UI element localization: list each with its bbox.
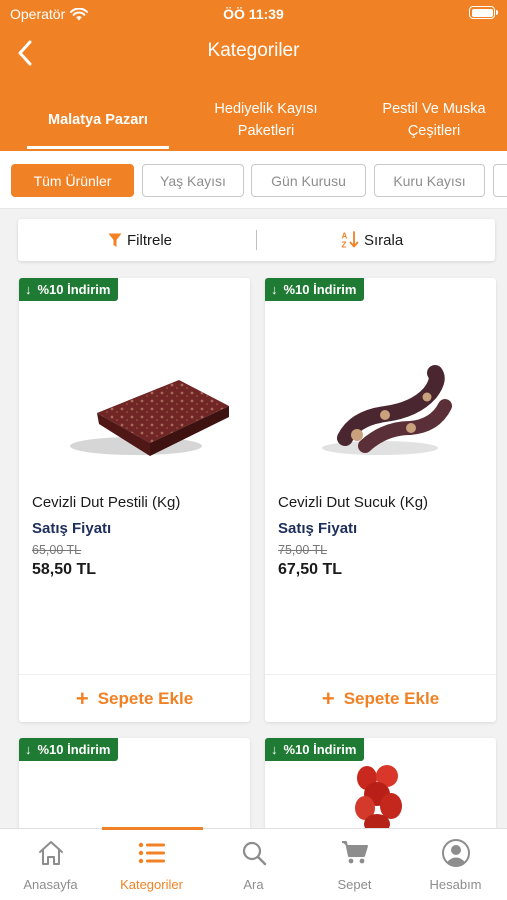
product-card[interactable]: ↓ %10 İndirim Cevizli Dut Sucuk (Kg) Sat… (265, 278, 496, 722)
toolbar-divider (256, 230, 257, 250)
cart-icon (341, 841, 368, 864)
arrow-down-icon: ↓ (25, 742, 32, 757)
chip-label: Tüm Ürünler (33, 172, 112, 189)
tab-anasayfa[interactable]: Anasayfa (0, 829, 101, 900)
svg-text:Z: Z (342, 241, 347, 250)
chip-more[interactable] (493, 164, 507, 197)
product-image-dut-sucuk (322, 365, 452, 455)
category-tab-label: Hediyelik Kayısı Paketleri (214, 100, 318, 139)
filter-sort-bar: Filtrele A Z Sırala (18, 219, 495, 261)
chip-label: Gün Kurusu (271, 172, 346, 189)
search-icon (242, 841, 266, 866)
tab-label: Ara (243, 877, 264, 892)
sort-label: Sırala (364, 231, 404, 249)
app-header: Operatör ÖÖ 11:39 Kategoriler Malatya Pa… (0, 0, 507, 151)
tab-hesabim[interactable]: Hesabım (405, 829, 506, 900)
active-tab-underline (27, 146, 169, 149)
product-image-dut-pestili (70, 380, 229, 456)
discount-label: %10 İndirim (37, 282, 111, 297)
discount-badge: ↓ %10 İndirim (19, 738, 119, 761)
arrow-down-icon: ↓ (271, 282, 278, 297)
discount-badge: ↓ %10 İndirim (265, 738, 365, 761)
product-name: Cevizli Dut Sucuk (Kg) (278, 494, 429, 511)
tab-kategoriler[interactable]: Kategoriler (101, 829, 202, 900)
discount-label: %10 İndirim (283, 282, 357, 297)
product-image-dried-peppers (355, 765, 402, 834)
filter-label: Filtrele (127, 231, 173, 249)
status-bar: Operatör ÖÖ 11:39 (0, 0, 507, 30)
discount-label: %10 İndirim (283, 742, 357, 757)
old-price: 65,00 TL (32, 543, 82, 557)
chip-gun-kurusu[interactable]: Gün Kurusu (251, 164, 366, 197)
account-icon (441, 839, 470, 867)
price-label: Satış Fiyatı (278, 520, 358, 537)
category-tab-label: Malatya Pazarı (48, 111, 148, 128)
home-icon (38, 841, 63, 865)
current-price: 58,50 TL (32, 561, 97, 578)
arrow-down-icon: ↓ (25, 282, 32, 297)
chip-kuru-kayisi[interactable]: Kuru Kayısı (374, 164, 485, 197)
add-to-cart-label: Sepete Ekle (343, 688, 440, 708)
funnel-icon (108, 233, 122, 247)
plus-icon: + (75, 685, 89, 711)
category-tab-label: Pestil Ve Muska Çeşitleri (382, 100, 486, 139)
tab-label: Anasayfa (23, 877, 78, 892)
status-time: ÖÖ 11:39 (223, 6, 284, 22)
tab-ara[interactable]: Ara (203, 829, 304, 900)
tab-label: Hesabım (429, 877, 482, 892)
old-price: 75,00 TL (278, 543, 328, 557)
current-price: 67,50 TL (278, 561, 343, 578)
sort-az-icon: A Z (342, 231, 359, 250)
battery-icon (469, 6, 498, 19)
chip-label: Yaş Kayısı (160, 172, 226, 189)
product-name: Cevizli Dut Pestili (Kg) (32, 494, 181, 511)
page-title: Kategoriler (207, 40, 300, 61)
sort-button[interactable]: A Z Sırala (341, 219, 403, 261)
plus-icon: + (321, 685, 335, 711)
chip-tum-urunler[interactable]: Tüm Ürünler (11, 164, 134, 197)
category-tab-hediyelik[interactable]: Hediyelik Kayısı Paketleri (196, 88, 336, 151)
product-card[interactable]: ↓ %10 İndirim Cevizli Dut Pestili (Kg) S… (19, 278, 250, 722)
list-icon (138, 842, 165, 864)
add-to-cart-button[interactable]: + Sepete Ekle (19, 675, 250, 722)
tab-sepet[interactable]: Sepet (304, 829, 405, 900)
filter-button[interactable]: Filtrele (108, 219, 172, 261)
category-tab-malatya-pazari[interactable]: Malatya Pazarı (27, 88, 169, 151)
discount-badge: ↓ %10 İndirim (19, 278, 119, 301)
discount-badge: ↓ %10 İndirim (265, 278, 365, 301)
price-label: Satış Fiyatı (32, 520, 112, 537)
category-tab-pestil-muska[interactable]: Pestil Ve Muska Çeşitleri (368, 88, 500, 151)
subcategory-chips: Tüm Ürünler Yaş Kayısı Gün Kurusu Kuru K… (0, 151, 507, 209)
svg-text:A: A (342, 232, 348, 241)
bottom-tab-bar: Anasayfa Kategoriler Ara Sepet Hesabım (0, 827, 507, 900)
tab-label: Sepet (337, 877, 372, 892)
chip-label: Kuru Kayısı (393, 172, 466, 189)
tab-label: Kategoriler (120, 877, 183, 892)
arrow-down-icon: ↓ (271, 742, 278, 757)
chip-yas-kayisi[interactable]: Yaş Kayısı (142, 164, 244, 197)
add-to-cart-button[interactable]: + Sepete Ekle (265, 675, 496, 722)
discount-label: %10 İndirim (37, 742, 111, 757)
add-to-cart-label: Sepete Ekle (97, 688, 194, 708)
